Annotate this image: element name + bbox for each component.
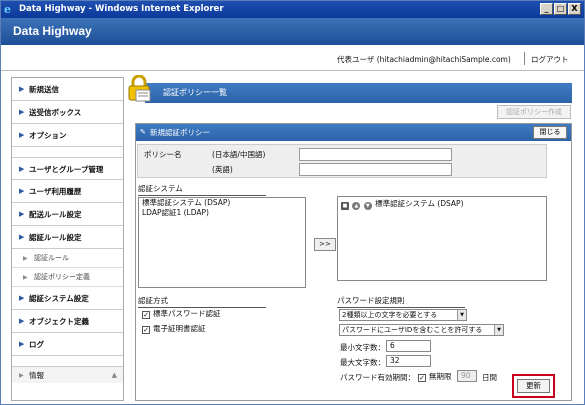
rule-select-2[interactable]: パスワードにユーザIDを含むことを許可する ▼ <box>339 324 504 336</box>
update-button-highlight: 更新 <box>512 374 555 398</box>
arrow-right-icon: ▶ <box>19 85 25 93</box>
arrow-right-icon: ▶ <box>23 255 28 262</box>
update-button[interactable]: 更新 <box>517 379 550 393</box>
days-unit-label: 日間 <box>482 373 497 382</box>
sidebar-item-options[interactable]: ▶ オプション <box>12 124 123 147</box>
arrow-right-icon: ▶ <box>19 165 25 173</box>
sidebar-item-user-history[interactable]: ▶ ユーザ利用履歴 <box>12 180 123 203</box>
collapse-up-icon[interactable]: ▲ <box>112 367 117 384</box>
arrow-right-icon: ▶ <box>19 210 25 218</box>
down-icon[interactable]: ▼ <box>363 202 372 210</box>
sidebar-item-object-def[interactable]: ▶ オブジェクト定義 <box>12 310 123 333</box>
expiry-label: パスワード有効期間： <box>340 373 415 382</box>
minimize-button[interactable]: _ <box>540 3 553 15</box>
min-len-input[interactable]: 6 <box>386 340 431 352</box>
expiry-days-input[interactable]: 90 <box>457 370 477 382</box>
form-header: ✎ 新規認証ポリシー 閉じる <box>136 124 571 141</box>
ie-logo-icon: e <box>4 3 11 16</box>
close-window-button[interactable]: X <box>568 3 581 15</box>
auth-system-label: 認証システム <box>138 183 266 196</box>
method-cert-checkbox[interactable]: ✓ 電子証明書認証 <box>142 324 206 334</box>
pencil-icon: ✎ <box>140 128 146 136</box>
max-len-label: 最大文字数： <box>340 358 385 367</box>
sidebar-item-delivery-rules[interactable]: ▶ 配送ルール設定 <box>12 203 123 226</box>
min-len-label: 最小文字数： <box>340 343 385 352</box>
arrow-right-icon: ▶ <box>19 233 25 241</box>
arrow-right-icon: ▶ <box>19 340 25 348</box>
window-title: Data Highway - Windows Internet Explorer <box>19 4 224 14</box>
add-system-button[interactable]: >> <box>314 238 336 251</box>
sidebar-subitem-auth-rule[interactable]: ▶ 認証ルール <box>12 249 123 268</box>
lock-icon <box>128 75 151 102</box>
user-bar: 代表ユーザ (hitachiadmin@hitachiSample.com) ロ… <box>1 45 584 71</box>
sidebar-item-users-groups[interactable]: ▶ ユーザとグループ管理 <box>12 157 123 180</box>
list-item[interactable]: ■ ▲ ▼ 標準認証システム (DSAP) <box>338 197 546 210</box>
new-policy-form: ✎ 新規認証ポリシー 閉じる ポリシー名 (日本語/中国語) (英語) 認証シス… <box>135 123 572 401</box>
auth-method-label: 認証方式 <box>138 295 266 308</box>
close-form-button[interactable]: 閉じる <box>533 126 567 139</box>
chevron-down-icon: ▼ <box>494 325 503 335</box>
selected-system-list[interactable]: ■ ▲ ▼ 標準認証システム (DSAP) <box>337 196 547 281</box>
unlimited-checkbox[interactable]: ✓ 無期限 <box>418 372 452 382</box>
arrow-right-icon: ▶ <box>19 317 25 325</box>
arrow-right-icon: ▶ <box>23 274 28 281</box>
sidebar: ▶ 新規送信 ▶ 送受信ボックス ▶ オプション ▶ ユーザとグループ管理 ▶ ユーザ利用… <box>11 77 124 401</box>
list-item[interactable]: 標準認証システム (DSAP) <box>139 198 305 208</box>
maximize-button[interactable]: □ <box>554 3 567 15</box>
arrow-right-icon: ▶ <box>19 372 24 379</box>
list-item[interactable]: LDAP認証1 (LDAP) <box>139 208 305 218</box>
up-icon[interactable]: ▲ <box>352 202 361 210</box>
arrow-right-icon: ▶ <box>19 294 25 302</box>
logout-link[interactable]: ログアウト <box>531 54 569 65</box>
max-len-input[interactable]: 32 <box>386 355 431 367</box>
arrow-right-icon: ▶ <box>19 131 25 139</box>
sidebar-item-auth-system[interactable]: ▶ 認証システム設定 <box>12 287 123 310</box>
divider <box>524 52 525 65</box>
rule-select-1[interactable]: 2種類以上の文字を必要とする ▼ <box>339 309 467 321</box>
arrow-right-icon: ▶ <box>19 187 25 195</box>
main-content: 認証ポリシー一覧 認証ポリシー作成 ✎ 新規認証ポリシー 閉じる ポリシー名 (… <box>125 75 576 401</box>
create-policy-button[interactable]: 認証ポリシー作成 <box>497 105 571 119</box>
auth-system-list[interactable]: 標準認証システム (DSAP) LDAP認証1 (LDAP) <box>138 197 306 288</box>
checkbox-checked-icon: ✓ <box>142 311 150 319</box>
sidebar-item-mailbox[interactable]: ▶ 送受信ボックス <box>12 101 123 124</box>
policy-name-en-input[interactable] <box>299 163 452 176</box>
sidebar-subitem-auth-policy[interactable]: ▶ 認証ポリシー定義 <box>12 268 123 287</box>
pw-rules-label: パスワード設定規則 <box>337 295 465 308</box>
page-title-bar: 認証ポリシー一覧 <box>145 83 572 103</box>
policy-name-label: ポリシー名 <box>144 150 182 159</box>
checkbox-checked-icon: ✓ <box>142 326 150 334</box>
trash-icon[interactable]: ■ <box>341 202 349 210</box>
arrow-right-icon: ▶ <box>19 108 25 116</box>
policy-name-ja-input[interactable] <box>299 148 452 161</box>
checkbox-checked-icon: ✓ <box>418 374 426 382</box>
sidebar-item-info[interactable]: ▶ 情報 ▲ <box>12 366 123 383</box>
window-titlebar: e Data Highway - Windows Internet Explor… <box>1 1 584 18</box>
app-header: Data Highway <box>1 18 584 45</box>
lang-ja-label: (日本語/中国語) <box>212 150 266 159</box>
sidebar-item-new-send[interactable]: ▶ 新規送信 <box>12 78 123 101</box>
method-password-checkbox[interactable]: ✓ 標準パスワード認証 <box>142 309 221 319</box>
browser-window: e Data Highway - Windows Internet Explor… <box>0 0 585 405</box>
app-name: Data Highway <box>13 24 92 38</box>
sidebar-item-auth-rules[interactable]: ▶ 認証ルール設定 <box>12 226 123 249</box>
current-user: 代表ユーザ (hitachiadmin@hitachiSample.com) <box>337 55 511 64</box>
chevron-down-icon: ▼ <box>457 310 466 320</box>
policy-name-section: ポリシー名 (日本語/中国語) (英語) <box>137 144 547 178</box>
sidebar-item-log[interactable]: ▶ ログ <box>12 333 123 356</box>
lang-en-label: (英語) <box>212 165 233 174</box>
